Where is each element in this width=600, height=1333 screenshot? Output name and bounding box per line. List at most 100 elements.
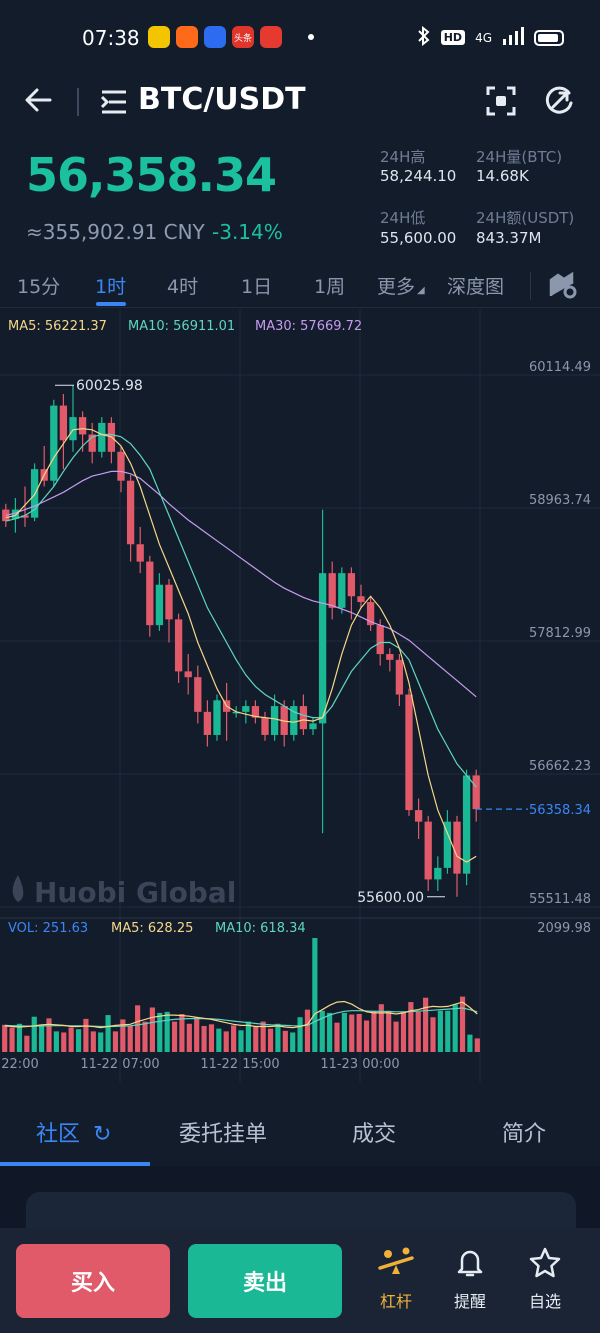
divider-tabs — [530, 272, 531, 300]
kline-chart[interactable]: Huobi Global MA5: 56221.37 MA10: 56911.01… — [0, 310, 600, 1082]
volume-bar — [75, 1029, 82, 1052]
alert-action[interactable]: 提醒 — [440, 1246, 500, 1312]
chrome-app-icon — [148, 26, 170, 48]
tab-4h[interactable]: 4时 — [167, 272, 198, 299]
candle-body — [309, 723, 317, 730]
volume-bar — [208, 1024, 215, 1052]
pair-title[interactable]: BTC/USDT — [138, 82, 306, 117]
volume-bar — [24, 1035, 30, 1052]
caret-down-icon: ◢ — [417, 285, 425, 296]
volume-bar — [105, 1015, 111, 1052]
candle-body — [50, 405, 58, 481]
volume-bar — [282, 1030, 288, 1052]
hd-icon: HD — [440, 30, 466, 45]
candle-body — [395, 659, 404, 695]
vol-max-label: 2099.98 — [537, 921, 591, 936]
candle-body — [117, 451, 125, 481]
volume-bar — [39, 1025, 45, 1052]
feed-card[interactable] — [26, 1192, 576, 1232]
candle-body — [462, 775, 471, 874]
kline-svg[interactable]: Huobi Global MA5: 56221.37 MA10: 56911.01… — [0, 310, 600, 1082]
max-price-label: 60025.98 — [76, 378, 143, 394]
candle-body — [203, 711, 212, 735]
tab-orders[interactable]: 委托挂单 — [179, 1116, 267, 1148]
volume-bar — [53, 1031, 59, 1052]
refresh-icon[interactable]: ↻ — [93, 1122, 111, 1147]
star-icon — [528, 1247, 562, 1282]
ma30-legend: MA30: 57669.72 — [255, 319, 362, 334]
candle-body — [347, 573, 356, 597]
tab-intro[interactable]: 简介 — [502, 1116, 546, 1148]
status-time: 07:38 — [82, 26, 140, 50]
candle-body — [184, 671, 192, 678]
vol-legend: VOL: 251.63 — [8, 921, 88, 936]
pair-list-icon[interactable] — [100, 88, 128, 116]
volume-bar — [171, 1021, 178, 1052]
taobao-app-icon — [176, 26, 198, 48]
tab-depth[interactable]: 深度图 — [447, 272, 504, 299]
tab-trades[interactable]: 成交 — [352, 1116, 396, 1148]
min-price-label: 55600.00 — [357, 890, 424, 906]
stat-amt-label: 24H额(USDT) — [476, 209, 575, 227]
candle-body — [146, 561, 154, 626]
candle-body — [405, 694, 413, 811]
watermark-text: Huobi Global — [34, 876, 236, 909]
candle-body — [270, 706, 279, 735]
volume-bar — [127, 1025, 133, 1052]
volume-bar — [253, 1026, 259, 1052]
tab-1h[interactable]: 1时 — [95, 272, 126, 299]
tab-community[interactable]: 社区 ↻ — [36, 1116, 111, 1148]
share-refresh-icon[interactable] — [542, 84, 576, 118]
fullscreen-icon[interactable] — [484, 84, 518, 118]
tab-15m[interactable]: 15分 — [17, 272, 60, 299]
volume-bar — [164, 1011, 170, 1052]
leverage-action[interactable]: 杠杆 — [366, 1246, 426, 1312]
time-axis-label: 11-23 00:00 — [320, 1057, 399, 1072]
volume-bar — [312, 938, 318, 1052]
volume-bar — [467, 1034, 473, 1052]
ma10-legend: MA10: 56911.01 — [128, 319, 235, 334]
volume-bar — [231, 1025, 237, 1052]
volume-bar — [430, 1017, 436, 1052]
candle-body — [357, 596, 365, 603]
volume-bar — [223, 1031, 229, 1052]
candle-body — [318, 573, 327, 724]
volume-bar — [194, 1017, 200, 1052]
pair-header: BTC/USDT — [0, 76, 600, 130]
volume-bar — [275, 1023, 281, 1052]
tab-1d[interactable]: 1日 — [241, 272, 272, 299]
favorite-label: 自选 — [528, 1292, 561, 1311]
price-axis-label: 58963.74 — [529, 493, 591, 508]
volume-bar — [68, 1027, 74, 1052]
tab-1w[interactable]: 1周 — [314, 272, 345, 299]
ma30-line — [5, 470, 477, 698]
video-app-icon — [260, 26, 282, 48]
volume-bar — [179, 1013, 185, 1052]
price-cny: ≈355,902.91 CNY — [26, 220, 205, 244]
candle-body — [338, 573, 346, 608]
volume-bar — [334, 1022, 340, 1052]
candle-body — [386, 654, 394, 660]
stat-low-value: 55,600.00 — [380, 229, 457, 247]
volume-bar — [371, 1010, 377, 1052]
candle-body — [165, 584, 173, 620]
time-axis-label: 11-22 15:00 — [200, 1057, 279, 1072]
buy-button[interactable]: 买入 — [16, 1244, 170, 1318]
volume-bar — [341, 1012, 347, 1052]
more-notifications-dot — [308, 34, 314, 40]
tab-more-label: 更多 — [377, 276, 416, 298]
back-arrow-icon[interactable] — [22, 84, 54, 116]
volume-bar — [9, 1027, 15, 1052]
favorite-action[interactable]: 自选 — [515, 1246, 575, 1312]
volume-bar — [46, 1018, 52, 1052]
volume-bar — [142, 1021, 148, 1052]
candle-body — [414, 810, 423, 822]
candle-body — [424, 821, 432, 880]
toutiao-app-icon: 头条 — [232, 26, 254, 48]
sell-button[interactable]: 卖出 — [188, 1244, 342, 1318]
tab-more[interactable]: 更多 ◢ — [377, 272, 425, 299]
volume-bar — [157, 1012, 163, 1052]
volume-bar — [386, 1010, 392, 1052]
leverage-icon — [376, 1247, 416, 1282]
chart-settings-icon[interactable] — [548, 270, 578, 304]
